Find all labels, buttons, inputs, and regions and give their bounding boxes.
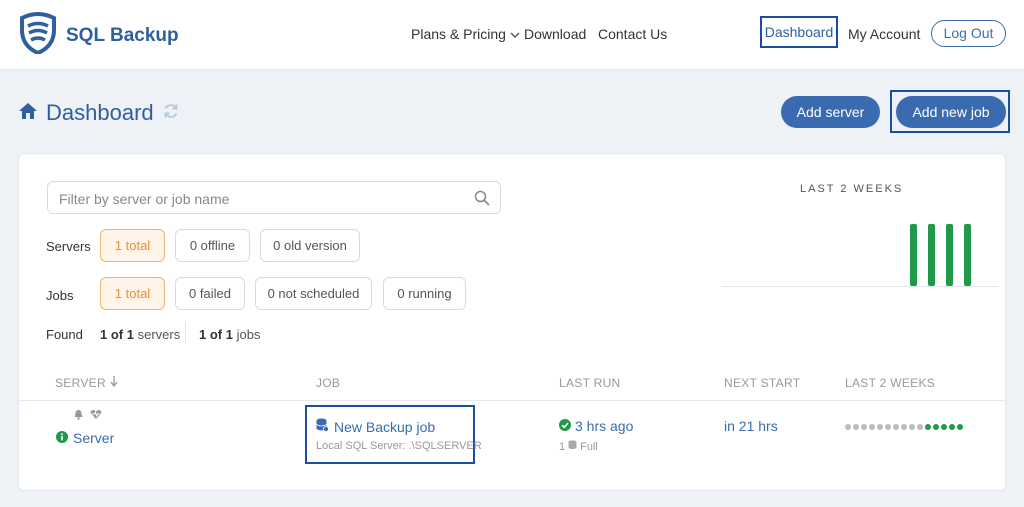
nav-dashboard[interactable]: Dashboard [760, 16, 838, 48]
job-link[interactable]: New Backup job [316, 418, 435, 435]
logout-button[interactable]: Log Out [931, 20, 1006, 47]
history-dot [957, 424, 963, 430]
nav-download[interactable]: Download [524, 26, 586, 42]
next-start-text: in 21 hrs [724, 418, 778, 434]
found-servers-word: servers [137, 327, 181, 342]
servers-filter-label: Servers [46, 239, 91, 254]
job-subtitle: Local SQL Server: .\SQLSERVER [316, 440, 482, 452]
jobs-total-chip[interactable]: 1 total [100, 277, 165, 310]
last-run-text: 3 hrs ago [575, 418, 634, 434]
home-icon [18, 102, 38, 125]
jobs-filter-label: Jobs [46, 288, 74, 303]
search-field[interactable]: Filter by server or job name [47, 181, 501, 214]
chart-bar [928, 224, 935, 286]
nav-my-account[interactable]: My Account [848, 26, 920, 42]
brand-logo[interactable]: SQL Backup [18, 12, 179, 59]
shield-logo-icon [18, 12, 58, 59]
server-status-icons [73, 407, 102, 425]
add-server-button[interactable]: Add server [781, 96, 880, 128]
history-dot [853, 424, 859, 430]
search-icon [474, 190, 490, 211]
jobs-failed-chip[interactable]: 0 failed [175, 277, 245, 310]
servers-old-version-chip[interactable]: 0 old version [260, 229, 360, 262]
last-run-detail: 1 Full [559, 440, 598, 453]
search-placeholder: Filter by server or job name [59, 191, 230, 207]
database-icon [568, 440, 577, 453]
last-run-type: Full [580, 440, 598, 453]
servers-total-chip[interactable]: 1 total [100, 229, 165, 262]
history-dot [917, 424, 923, 430]
found-jobs-word: jobs [236, 327, 261, 342]
top-navigation-bar: SQL Backup Plans & Pricing Download Cont… [0, 0, 1024, 70]
history-dot [869, 424, 875, 430]
last-run-status[interactable]: 3 hrs ago [559, 418, 633, 434]
history-dot [885, 424, 891, 430]
history-dot [861, 424, 867, 430]
sort-down-arrow-icon [110, 376, 118, 390]
found-jobs-count: 1 of 1 [199, 327, 233, 342]
last-2-weeks-chart [722, 224, 998, 287]
nav-contact-us[interactable]: Contact Us [598, 26, 667, 42]
refresh-icon[interactable] [162, 102, 180, 125]
history-dot [909, 424, 915, 430]
bell-icon[interactable] [73, 407, 84, 425]
column-header-job[interactable]: JOB [316, 376, 340, 390]
history-dot [925, 424, 931, 430]
history-dot [845, 424, 851, 430]
page-title: Dashboard [18, 100, 180, 126]
chevron-down-icon [510, 26, 520, 42]
chart-bar [910, 224, 917, 286]
heartbeat-icon[interactable] [90, 407, 102, 425]
found-label: Found [46, 327, 83, 342]
nav-plans-label: Plans & Pricing [411, 26, 506, 42]
history-dot [877, 424, 883, 430]
history-dot [933, 424, 939, 430]
history-dots [845, 424, 963, 430]
history-dot [941, 424, 947, 430]
job-name: New Backup job [334, 418, 436, 435]
chart-bar [964, 224, 971, 286]
divider [185, 322, 186, 344]
found-jobs: 1 of 1 jobs [199, 327, 260, 342]
dashboard-card: Filter by server or job name Servers 1 t… [18, 153, 1006, 491]
found-servers: 1 of 1 servers [100, 327, 180, 342]
column-header-last-2-weeks: LAST 2 WEEKS [845, 376, 936, 390]
nav-plans-pricing[interactable]: Plans & Pricing [411, 26, 520, 42]
column-header-next-start[interactable]: NEXT START [724, 376, 800, 390]
found-servers-count: 1 of 1 [100, 327, 134, 342]
chart-bar [946, 224, 953, 286]
info-circle-icon [56, 430, 68, 446]
jobs-running-chip[interactable]: 0 running [383, 277, 466, 310]
last-run-count: 1 [559, 440, 566, 453]
servers-offline-chip[interactable]: 0 offline [175, 229, 250, 262]
column-header-server[interactable]: SERVER [55, 376, 118, 390]
history-dot [893, 424, 899, 430]
column-header-server-label: SERVER [55, 376, 106, 390]
history-dot [901, 424, 907, 430]
check-circle-icon [559, 418, 571, 434]
history-dot [949, 424, 955, 430]
jobs-not-scheduled-chip[interactable]: 0 not scheduled [255, 277, 372, 310]
table-divider [19, 400, 1005, 401]
database-job-icon [316, 418, 329, 435]
page-title-text: Dashboard [46, 100, 154, 125]
brand-name: SQL Backup [66, 24, 179, 46]
server-name: Server [73, 430, 115, 446]
server-link[interactable]: Server [56, 430, 114, 446]
column-header-last-run[interactable]: LAST RUN [559, 376, 621, 390]
add-new-job-button[interactable]: Add new job [896, 96, 1006, 128]
chart-title: LAST 2 WEEKS [800, 183, 904, 195]
